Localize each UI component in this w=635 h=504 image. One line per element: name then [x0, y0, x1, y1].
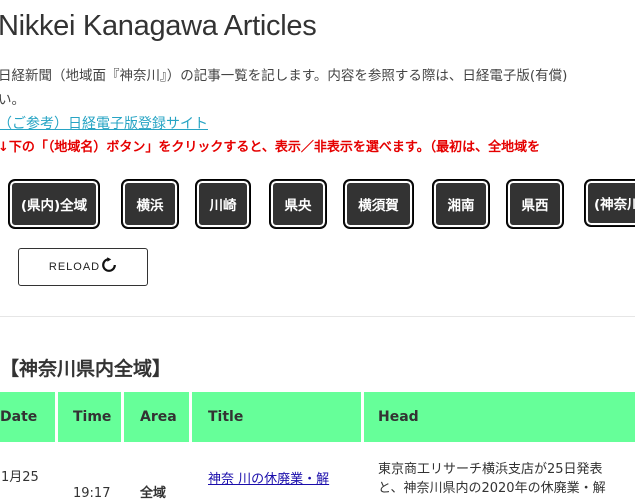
cell-head: 東京商工リサーチ横浜支店が25日発表 と、神奈川県内の2020年の休廃業・解	[364, 442, 635, 504]
cell-title: 神奈 川の休廃業・解	[192, 442, 364, 504]
cell-area-text: 全域	[140, 486, 167, 501]
region-button-kenou[interactable]: 県央	[270, 180, 326, 228]
articles-table: Date Time Area Title Head 1月25 19:17 全域 …	[0, 392, 635, 504]
reload-label: RELOAD	[48, 261, 101, 273]
region-button-kensei[interactable]: 県西	[507, 180, 563, 228]
table-header-row: Date Time Area Title Head	[0, 392, 635, 442]
intro-line-2: い。	[0, 92, 25, 108]
reference-link[interactable]: （ご参考）日経電子版登録サイト	[0, 113, 208, 133]
column-header-time: Time	[58, 392, 124, 442]
cell-time: 19:17	[73, 486, 111, 501]
column-header-title: Title	[192, 392, 364, 442]
region-button-kawasaki[interactable]: 川崎	[196, 180, 250, 228]
column-header-area: Area	[124, 392, 192, 442]
region-button-kanagawa[interactable]: (神奈川	[585, 180, 635, 226]
column-header-head: Head	[364, 392, 635, 442]
cell-head-line-1: 東京商工リサーチ横浜支店が25日発表	[378, 462, 603, 477]
region-button-all[interactable]: (県内)全域	[9, 180, 99, 228]
section-title: 【神奈川県内全域】	[0, 358, 172, 380]
region-button-yokosuka[interactable]: 横須賀	[344, 180, 413, 228]
page-title: Nikkei Kanagawa Articles	[0, 10, 317, 42]
region-button-yokohama[interactable]: 横浜	[122, 180, 178, 228]
article-title-link[interactable]: 神奈 川の休廃業・解	[208, 472, 329, 487]
table-row: 1月25 19:17 全域 神奈 川の休廃業・解 東京商工リサーチ横浜支店が25…	[0, 442, 635, 504]
intro-line-1: 日経新聞（地域面『神奈川』）の記事一覧を記します。内容を参照する際は、日経電子版…	[0, 68, 568, 84]
cell-head-line-2: と、神奈川県内の2020年の休廃業・解	[378, 481, 606, 496]
column-header-date: Date	[0, 392, 58, 442]
reload-icon	[102, 257, 117, 272]
region-button-shonan[interactable]: 湘南	[433, 180, 489, 228]
intro-text: 日経新聞（地域面『神奈川』）の記事一覧を記します。内容を参照する際は、日経電子版…	[0, 64, 635, 112]
cell-area: 全域	[124, 442, 192, 504]
cell-date: 1月25	[1, 470, 39, 485]
section-divider	[0, 316, 635, 317]
region-button-bar: (県内)全域 横浜 川崎 県央 横須賀 湘南 県西 (神奈川	[9, 180, 635, 228]
notice-text: ↓下の「（地域名）ボタン」をクリックすると、表示／非表示を選べます。（最初は、全…	[0, 140, 541, 155]
reload-button[interactable]: RELOAD	[18, 248, 148, 286]
